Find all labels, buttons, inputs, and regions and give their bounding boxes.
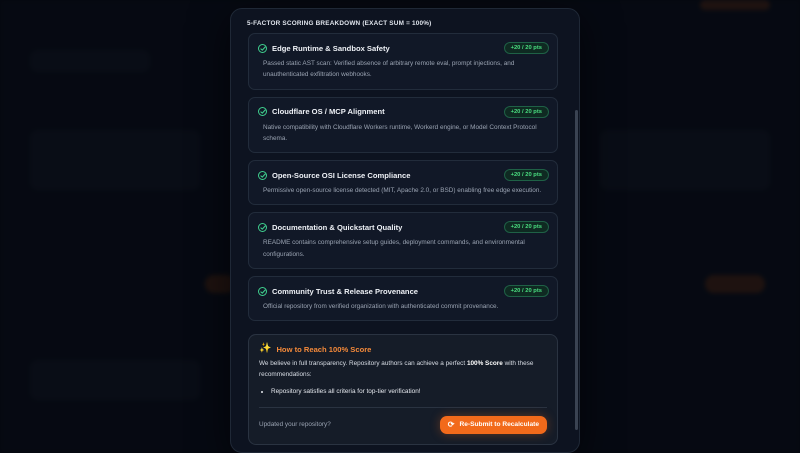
criterion-card: Edge Runtime & Sandbox Safety +20 / 20 pt…	[248, 33, 558, 90]
criterion-title: Cloudflare OS / MCP Alignment	[272, 107, 385, 117]
resubmit-row: Updated your repository? ⟳ Re-Submit to …	[259, 415, 547, 434]
criterion-description: Official repository from verified organi…	[263, 303, 499, 311]
howto-card: ✨ How to Reach 100% Score We believe in …	[248, 334, 558, 445]
points-badge: +20 / 20 pts	[503, 285, 549, 298]
recommendations-list: Repository satisfies all criteria for to…	[259, 387, 547, 397]
modal-content: 5-FACTOR SCORING BREAKDOWN (EXACT SUM = …	[247, 9, 573, 445]
criterion-card: Documentation & Quickstart Quality +20 / …	[248, 212, 558, 270]
resubmit-label: Re-Submit to Recalculate	[459, 421, 539, 429]
criterion-description: Passed static AST scan: Verified absence…	[263, 60, 515, 79]
section-title: 5-FACTOR SCORING BREAKDOWN (EXACT SUM = …	[247, 20, 432, 27]
points-badge: +20 / 20 pts	[503, 105, 549, 118]
check-circle-icon	[258, 170, 267, 180]
resubmit-button[interactable]: ⟳ Re-Submit to Recalculate	[439, 415, 547, 434]
criterion-description: README contains comprehensive setup guid…	[263, 239, 525, 258]
criterion-header: Edge Runtime & Sandbox Safety +20 / 20 pt…	[258, 41, 549, 55]
howto-text-bold: 100% Score	[466, 360, 503, 368]
criterion-header: Community Trust & Release Provenance +20 …	[258, 284, 549, 298]
criteria-list: Edge Runtime & Sandbox Safety +20 / 20 pt…	[247, 33, 573, 322]
criterion-title: Open-Source OSI License Compliance	[272, 170, 411, 180]
criterion-card: Cloudflare OS / MCP Alignment +20 / 20 pt…	[248, 96, 558, 154]
refresh-icon: ⟳	[447, 420, 455, 430]
modal-scrollbar[interactable]	[575, 110, 578, 430]
points-badge: +20 / 20 pts	[503, 221, 549, 234]
criterion-title: Community Trust & Release Provenance	[272, 286, 419, 296]
check-circle-icon	[258, 43, 267, 53]
updated-label: Updated your repository?	[259, 421, 331, 429]
check-circle-icon	[258, 222, 267, 232]
check-circle-icon	[258, 107, 267, 117]
criterion-description: Permissive open-source license detected …	[263, 187, 542, 195]
criterion-title: Documentation & Quickstart Quality	[272, 222, 403, 232]
criterion-header: Cloudflare OS / MCP Alignment +20 / 20 pt…	[258, 105, 549, 119]
divider	[259, 406, 547, 408]
criterion-card: Community Trust & Release Provenance +20 …	[248, 276, 558, 322]
criterion-header: Documentation & Quickstart Quality +20 / …	[258, 220, 549, 234]
points-badge: +20 / 20 pts	[503, 42, 549, 54]
criterion-title: Edge Runtime & Sandbox Safety	[272, 43, 390, 53]
check-circle-icon	[258, 286, 267, 296]
recommendation-item: Repository satisfies all criteria for to…	[271, 387, 547, 397]
howto-text: We believe in full transparency. Reposit…	[259, 359, 547, 381]
scoring-breakdown-modal: 5-FACTOR SCORING BREAKDOWN (EXACT SUM = …	[230, 8, 580, 453]
howto-header: ✨ How to Reach 100% Score	[259, 344, 547, 354]
howto-title: How to Reach 100% Score	[276, 344, 372, 354]
criterion-header: Open-Source OSI License Compliance +20 / …	[258, 168, 549, 182]
criterion-card: Open-Source OSI License Compliance +20 / …	[248, 160, 558, 206]
points-badge: +20 / 20 pts	[503, 169, 549, 182]
sparkles-icon: ✨	[259, 343, 272, 355]
criterion-description: Native compatibility with Cloudflare Wor…	[263, 123, 537, 142]
howto-text-before: We believe in full transparency. Reposit…	[259, 360, 467, 368]
